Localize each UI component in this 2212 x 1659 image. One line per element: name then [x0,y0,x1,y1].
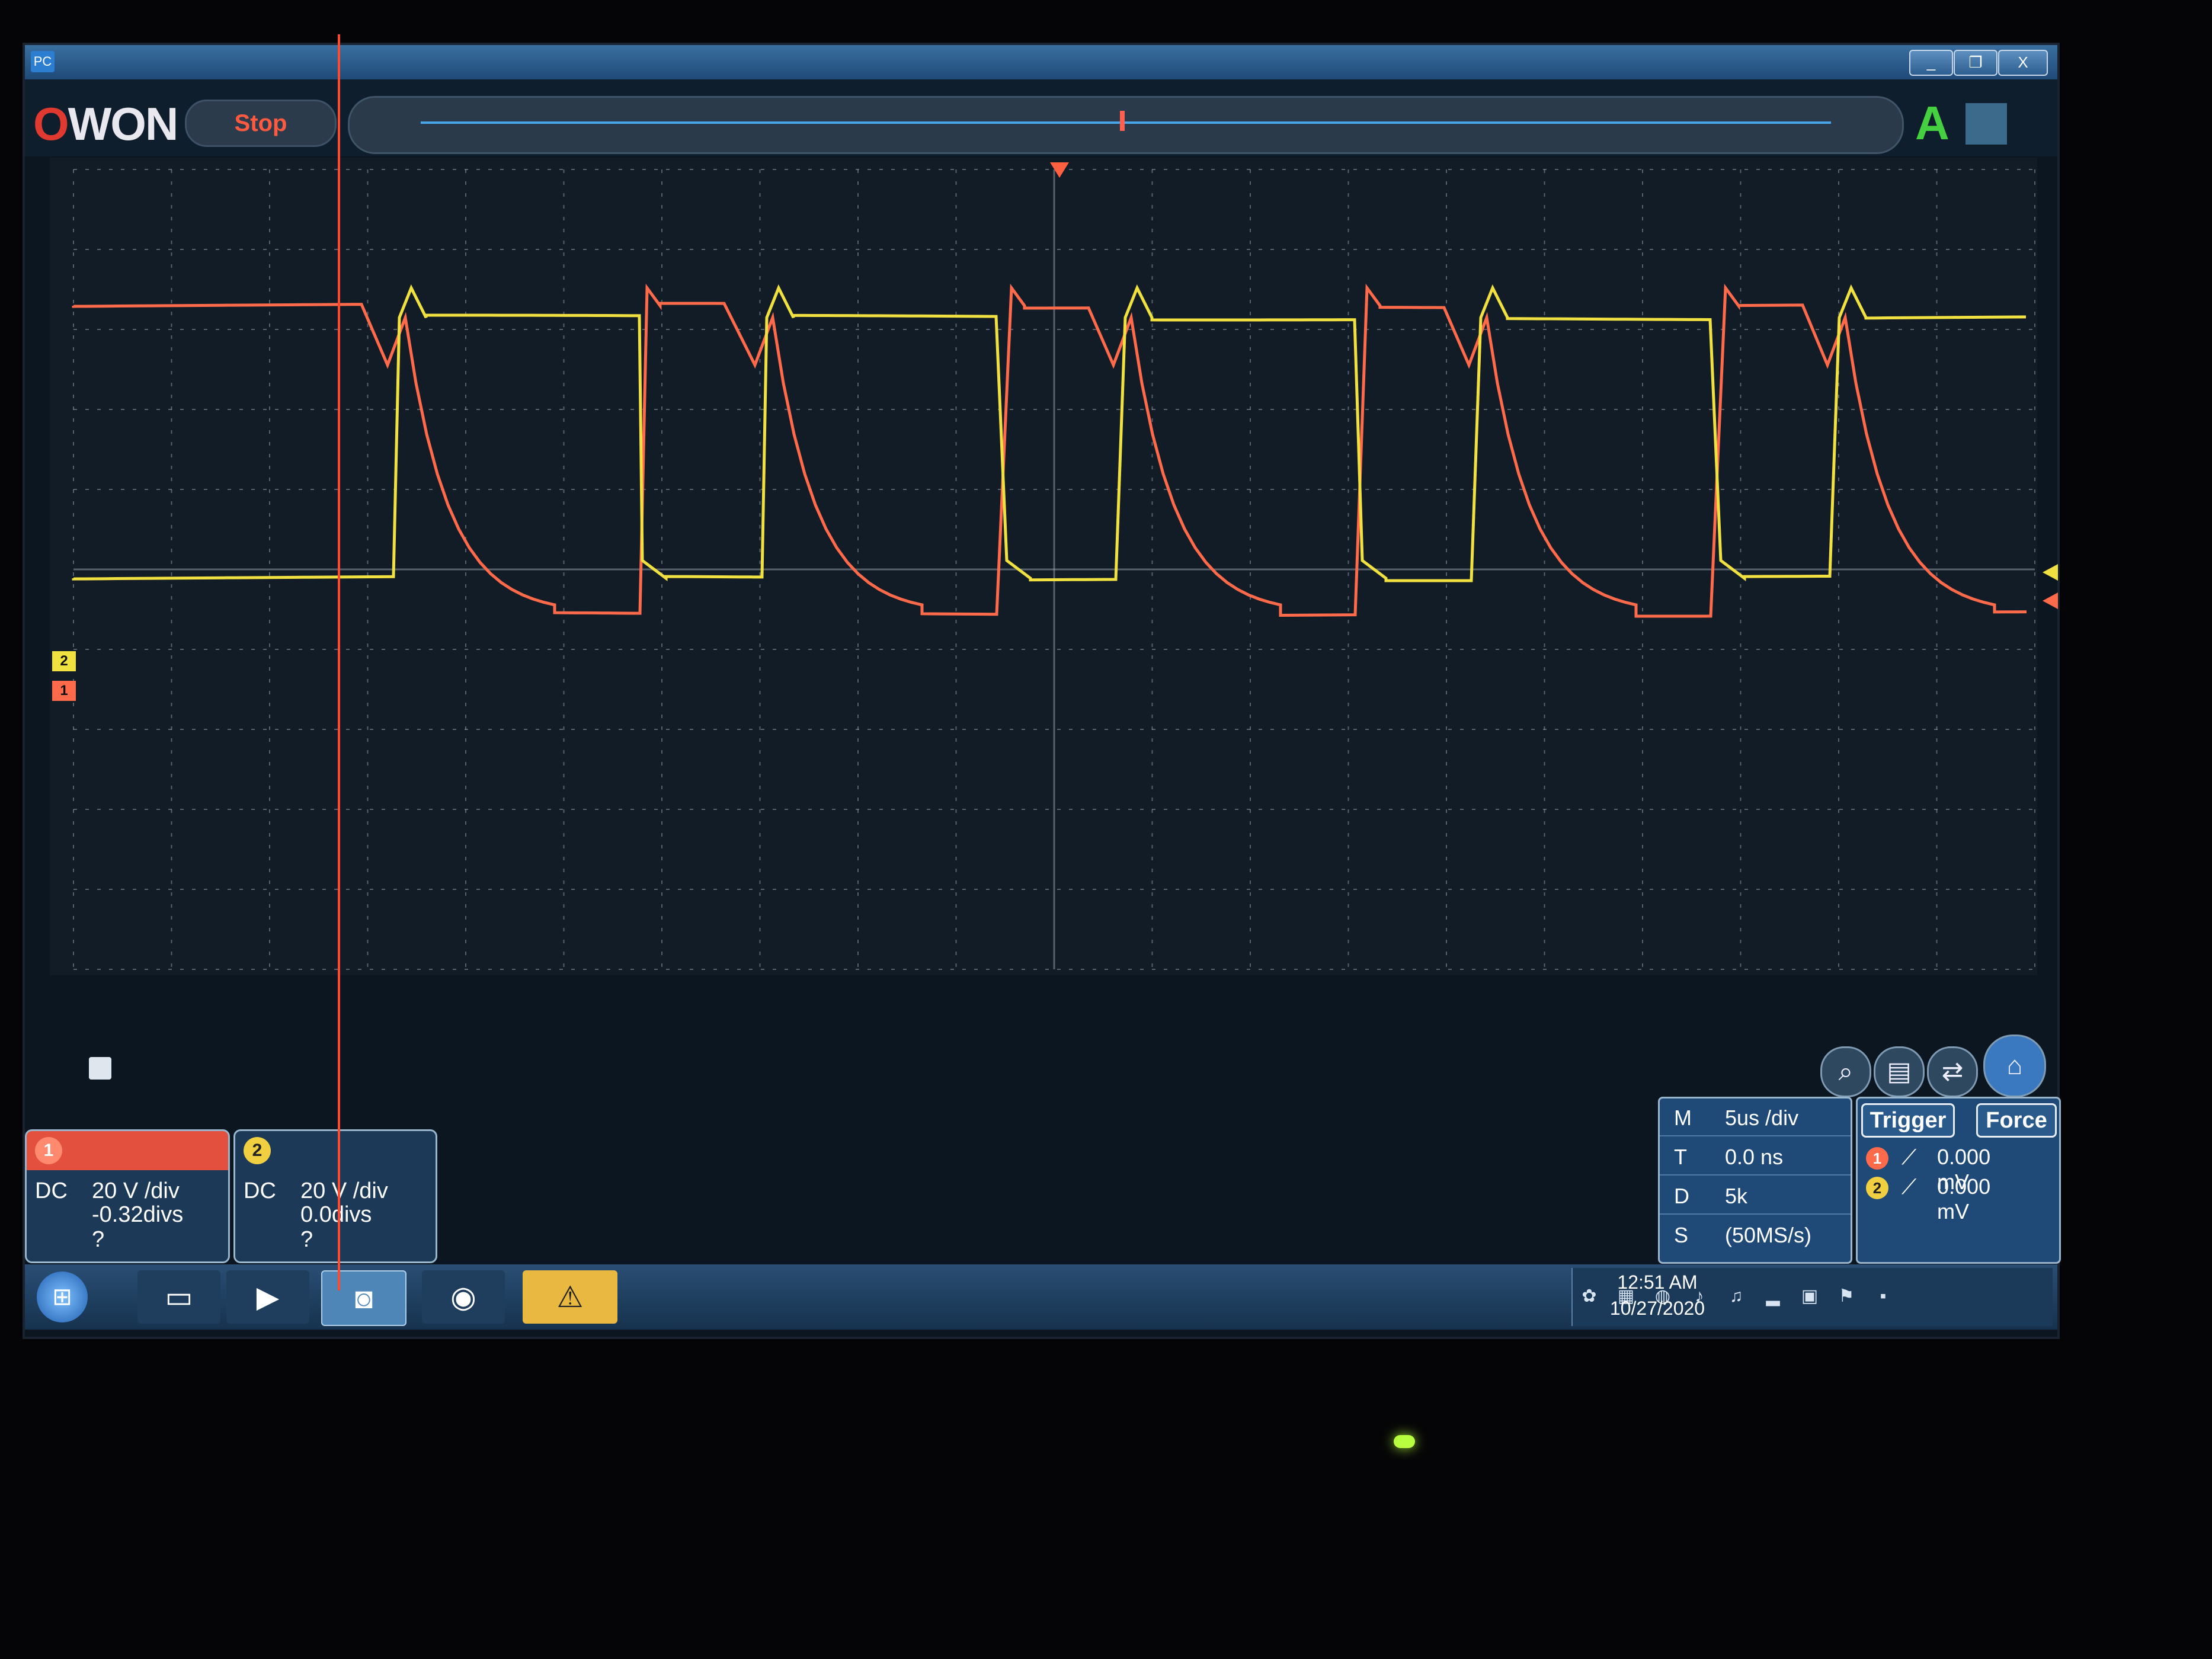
timebase-row-d[interactable]: D 5k [1660,1177,1851,1215]
trigger-panel[interactable]: Trigger Force 1 ⟋ 0.000 mV 2 ⟋ 0.000 mV [1856,1097,2061,1264]
waveform-display[interactable]: 2 1 [50,158,2037,1080]
owon-logo: OWON [33,98,178,150]
folder-icon[interactable]: ▭ [137,1270,220,1324]
scope-toolbar: OWON Stop A [25,79,2057,156]
timebase-row-t[interactable]: T 0.0 ns [1660,1138,1851,1176]
power-led [1394,1435,1415,1448]
search-icon[interactable]: ⌕ [1820,1046,1871,1097]
tray-icon[interactable]: ▣ [1799,1286,1820,1307]
timebase-panel[interactable]: M 5us /div T 0.0 ns D 5k S (50MS/s) [1658,1097,1852,1264]
ch1-trace [72,283,2027,618]
waveform-svg [72,169,2035,970]
ch1-panel[interactable]: 1 DC 20 V /div -0.32divs ? [25,1129,230,1263]
clock-time[interactable]: 12:51 AM [1592,1272,1723,1293]
monitor-screen: PC _ ❐ X OWON Stop A 2 1 ⌕ ▤ ⇄ ⌂ 1 DC 20… [23,43,2061,1339]
rising-edge-icon: ⟋ [1902,1145,1917,1169]
window-badge: PC [31,51,55,72]
run-stop-button[interactable]: Stop [185,100,337,147]
clock-date[interactable]: 10/27/2020 [1592,1298,1723,1319]
autoset-icon[interactable]: A [1915,96,1949,150]
timebase-row-m[interactable]: M 5us /div [1660,1098,1851,1136]
ch1-number-badge: 1 [35,1137,62,1164]
tray-icon[interactable]: ▪ [1872,1286,1894,1307]
ch2-trace [72,284,2027,582]
timeline-position-marker[interactable] [1120,111,1125,131]
ch2-trigger-level-marker[interactable] [2043,564,2058,581]
ch2-number-badge: 2 [244,1137,271,1164]
signal-icon[interactable]: ▂ [1762,1286,1784,1307]
start-icon[interactable]: ⊞ [37,1272,88,1322]
display-corner-box[interactable] [89,1057,111,1080]
windows-taskbar: ⊞ ▭ ▶ ◙ ◉ ⚠ ✿ ▦ ◍ ♪ ♫ ▂ ▣ ⚑ ▪ 12:51 AM 1… [25,1264,2057,1330]
volume-icon[interactable]: ♫ [1726,1286,1747,1307]
ch1-probe: ? [92,1227,105,1252]
trigger-button[interactable]: Trigger [1861,1103,1955,1138]
ch1-offset-marker[interactable]: 1 [52,681,76,701]
force-button[interactable]: Force [1976,1103,2057,1138]
ch1-offset: -0.32divs [92,1202,184,1227]
restore-button[interactable]: ❐ [1954,50,1997,76]
ch2-probe: ? [300,1227,313,1252]
export-icon[interactable]: ⇄ [1927,1046,1978,1097]
home-icon[interactable]: ⌂ [1983,1035,2046,1097]
trigger-position-marker[interactable] [1050,162,1069,178]
pointer-icon[interactable] [1965,103,2007,145]
window-titlebar: PC _ ❐ X [25,45,2057,79]
ch2-scale: 20 V /div [300,1178,388,1203]
ch2-coupling: DC [244,1178,276,1203]
rising-edge-icon: ⟋ [1902,1174,1917,1199]
flag-icon[interactable]: ⚑ [1836,1286,1857,1307]
ch2-panel[interactable]: 2 DC 20 V /div 0.0divs ? [233,1129,437,1263]
graticule-grid [73,169,2035,970]
owon-app-icon[interactable]: ◙ [321,1270,406,1326]
memory-timeline[interactable] [348,96,1904,154]
vertical-cursor-line[interactable] [338,34,340,1290]
trigger-ch2-badge: 2 [1866,1177,1888,1199]
ch1-trigger-level-marker[interactable] [2043,592,2058,609]
trigger-ch2-level: 0.000 mV [1937,1174,1991,1224]
ch1-scale: 20 V /div [92,1178,180,1203]
ch2-offset: 0.0divs [300,1202,372,1227]
timeline-track [421,121,1831,124]
warning-icon[interactable]: ⚠ [523,1270,617,1324]
chrome-icon[interactable]: ◉ [422,1270,505,1324]
ch1-coupling: DC [35,1178,68,1203]
save-icon[interactable]: ▤ [1874,1046,1925,1097]
media-icon[interactable]: ▶ [226,1270,309,1324]
trigger-ch1-badge: 1 [1866,1147,1888,1170]
minimize-button[interactable]: _ [1909,50,1953,76]
timebase-row-s[interactable]: S (50MS/s) [1660,1216,1851,1253]
close-button[interactable]: X [1998,50,2048,76]
ch2-offset-marker[interactable]: 2 [52,651,76,671]
